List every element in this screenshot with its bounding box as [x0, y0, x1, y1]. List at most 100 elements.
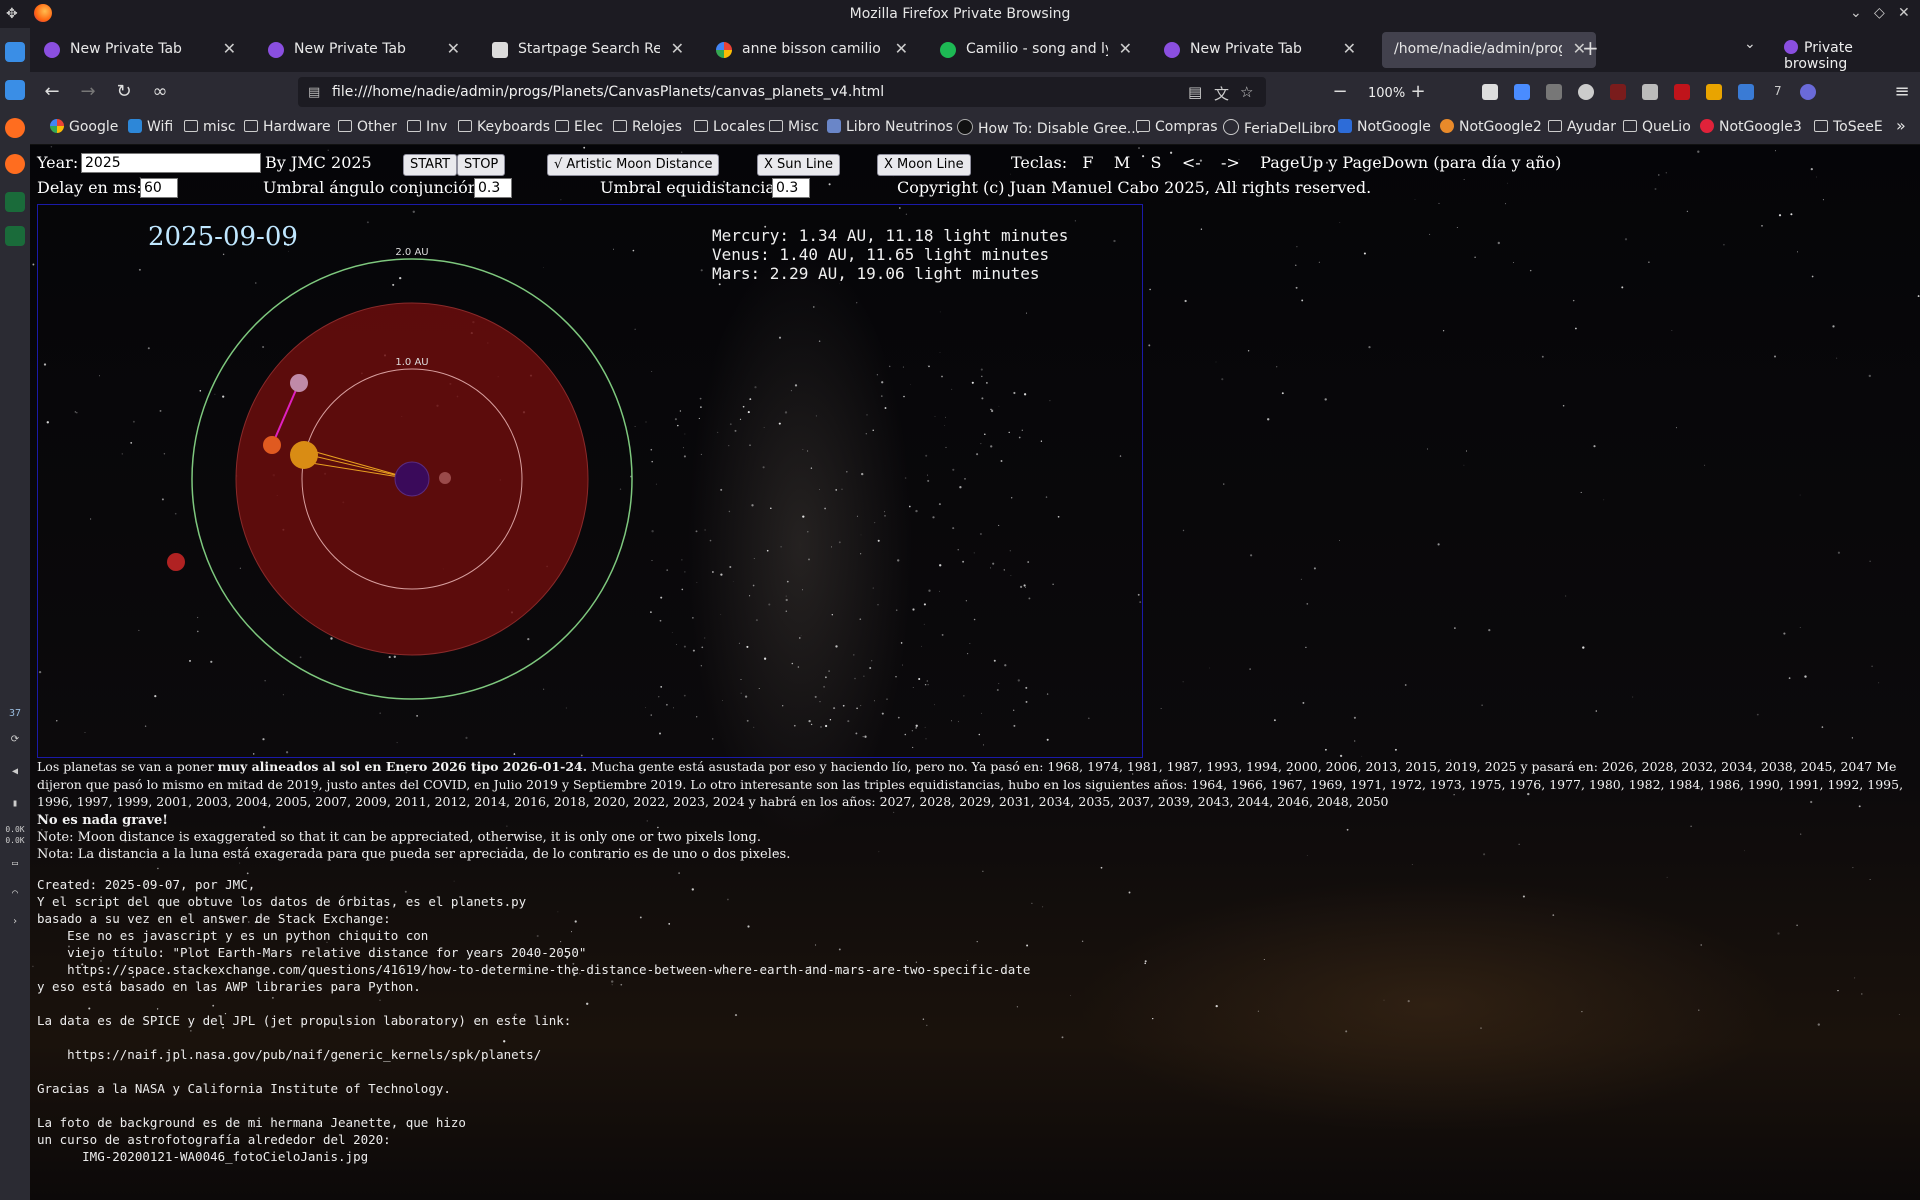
zoom-out-icon[interactable]: − [1328, 80, 1352, 104]
folder-icon [555, 120, 569, 132]
minimize-icon[interactable]: ⌄ [1850, 5, 1862, 21]
ublock-icon[interactable] [1674, 84, 1690, 100]
tab-close-icon[interactable]: ✕ [1119, 39, 1132, 58]
zoom-level[interactable]: 100% [1368, 86, 1405, 101]
close-window-icon[interactable]: ✕ [1898, 5, 1910, 21]
bookmark-folder-misc2[interactable]: Misc [769, 119, 819, 135]
list-all-tabs-icon[interactable]: ⌄ [1744, 36, 1756, 52]
volume-icon[interactable]: ◀ [2, 766, 28, 777]
extension-icon[interactable] [1482, 84, 1498, 100]
bookmark-label: Ayudar [1567, 119, 1617, 135]
bookmark-folder-locales[interactable]: Locales [694, 119, 765, 135]
wifi-icon[interactable]: ◠ [2, 888, 28, 899]
zoom-in-icon[interactable]: + [1406, 80, 1430, 104]
star [1811, 275, 1814, 278]
refresh-icon[interactable]: ⟳ [2, 734, 28, 745]
tab-3[interactable]: Startpage Search Results ✕ [480, 32, 694, 68]
tab-6[interactable]: New Private Tab ✕ [1152, 32, 1366, 68]
bookmark-folder-ayudar[interactable]: Ayudar [1548, 119, 1616, 135]
tab-4[interactable]: anne bisson camilio - Busc ✕ [704, 32, 918, 68]
extension-blue-icon[interactable] [1738, 84, 1754, 100]
star [1836, 357, 1838, 359]
window-title: Mozilla Firefox Private Browsing [849, 6, 1071, 22]
bookmark-folder-misc[interactable]: misc [184, 119, 236, 135]
bookmark-folder-hardware[interactable]: Hardware [244, 119, 331, 135]
back-icon[interactable]: ← [40, 80, 64, 104]
account-icon[interactable] [1578, 84, 1594, 100]
bookmark-notgoogle3[interactable]: NotGoogle3 [1700, 119, 1802, 135]
expand-icon[interactable]: › [2, 916, 28, 927]
star [1797, 251, 1798, 253]
stackexchange-link[interactable]: https://space.stackexchange.com/question… [37, 962, 1030, 977]
tab-close-icon[interactable]: ✕ [895, 39, 908, 58]
bookmark-folder-toseee[interactable]: ToSeeE [1814, 119, 1883, 135]
new-tab-icon[interactable]: + [1582, 36, 1599, 60]
bookmark-folder-compras[interactable]: Compras [1136, 119, 1218, 135]
vim-icon[interactable] [5, 192, 25, 212]
tab-7-active[interactable]: /home/nadie/admin/progs/Pl ✕ [1382, 32, 1596, 68]
tab-5[interactable]: Camilio - song and lyrics b ✕ [928, 32, 1142, 68]
url-text[interactable]: file:///home/nadie/admin/progs/Planets/C… [332, 84, 884, 100]
star [536, 934, 539, 938]
star [379, 999, 381, 1001]
star [1100, 866, 1103, 869]
star [747, 925, 750, 928]
star [1267, 418, 1270, 421]
forward-icon[interactable]: → [76, 80, 100, 104]
hamburger-menu-icon[interactable]: ≡ [1890, 80, 1914, 104]
jpl-link[interactable]: https://naif.jpl.nasa.gov/pub/naif/gener… [37, 1047, 541, 1062]
yd-extension-icon[interactable] [1610, 84, 1626, 100]
star [1632, 696, 1634, 698]
bookmark-how-to-disable[interactable]: How To: Disable Gree... [957, 119, 1140, 137]
bookmark-folder-relojes[interactable]: Relojes [613, 119, 682, 135]
reader-view-icon[interactable]: ▤ [1188, 83, 1202, 101]
url-bar[interactable]: ▤ file:///home/nadie/admin/progs/Planets… [298, 77, 1266, 107]
firefox-private-icon[interactable] [5, 154, 25, 174]
bookmark-label: ToSeeE [1833, 119, 1883, 135]
tab-1[interactable]: New Private Tab ✕ [32, 32, 246, 68]
windows-icon[interactable]: ▭ [2, 858, 28, 869]
profile-icon[interactable] [1800, 84, 1816, 100]
star [611, 984, 613, 986]
bookmark-libro-neutrinos[interactable]: Libro Neutrinos [827, 119, 953, 135]
bookmark-notgoogle2[interactable]: NotGoogle2 [1440, 119, 1542, 135]
reload-icon[interactable]: ↻ [112, 80, 136, 104]
tab-close-icon[interactable]: ✕ [223, 39, 236, 58]
puzzle-icon[interactable] [1642, 84, 1658, 100]
folder-icon [1136, 120, 1150, 132]
bookmark-folder-elec[interactable]: Elec [555, 119, 603, 135]
bookmark-notgoogle[interactable]: NotGoogle [1338, 119, 1431, 135]
tab-close-icon[interactable]: ✕ [447, 39, 460, 58]
tab-2[interactable]: New Private Tab ✕ [256, 32, 470, 68]
extension-yellow-icon[interactable] [1706, 84, 1722, 100]
tab-close-icon[interactable]: ✕ [1343, 39, 1356, 58]
folder-icon[interactable] [5, 42, 25, 62]
credits-line: un curso de astrofotografía alrededor de… [37, 1132, 391, 1147]
no-es-grave: No es nada grave! [37, 813, 169, 828]
image-extension-icon[interactable] [1546, 84, 1562, 100]
tab-bar: New Private Tab ✕ New Private Tab ✕ Star… [30, 28, 1920, 72]
bookmark-folder-other[interactable]: Other [338, 119, 397, 135]
bookmark-folder-keyboards[interactable]: Keyboards [458, 119, 550, 135]
star [1783, 632, 1786, 635]
bookmark-wifi[interactable]: Wifi [128, 119, 173, 135]
bookmark-google[interactable]: Google [50, 119, 118, 135]
bookmarks-overflow-icon[interactable]: » [1896, 116, 1906, 135]
star [1042, 906, 1044, 908]
bookmark-folder-inv[interactable]: Inv [407, 119, 447, 135]
maximize-icon[interactable]: ◇ [1874, 5, 1885, 21]
bookmark-feriadellibro[interactable]: FeriaDelLibro [1223, 119, 1336, 137]
star [1529, 269, 1532, 272]
star [1456, 227, 1458, 228]
star [1069, 995, 1071, 997]
folder-icon [1623, 120, 1637, 132]
files-icon[interactable] [5, 80, 25, 100]
tab-close-icon[interactable]: ✕ [671, 39, 684, 58]
bookmark-star-icon[interactable]: ☆ [1240, 83, 1253, 101]
star [157, 867, 159, 870]
vim-alt-icon[interactable] [5, 226, 25, 246]
translate-icon[interactable]: 文 [1214, 83, 1229, 104]
firefox-icon[interactable] [5, 118, 25, 138]
bookmark-folder-quelio[interactable]: QueLio [1623, 119, 1691, 135]
cursor-extension-icon[interactable] [1514, 84, 1530, 100]
